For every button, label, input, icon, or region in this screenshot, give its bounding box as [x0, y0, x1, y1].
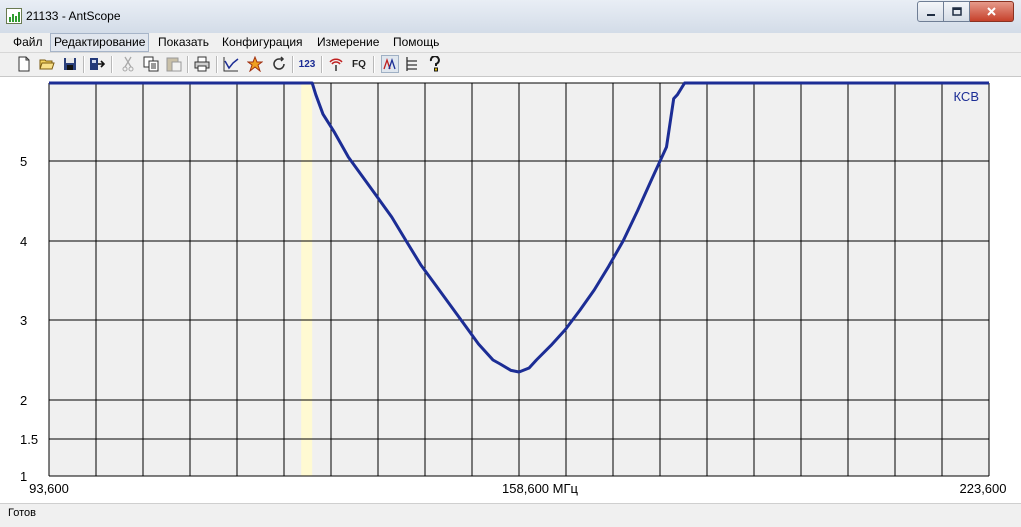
toolbar-separator — [373, 56, 375, 73]
y-tick-label: 1.5 — [20, 432, 38, 447]
toolbar-separator — [321, 56, 323, 73]
copy-icon — [143, 56, 159, 72]
antenna-button[interactable] — [327, 55, 345, 73]
y-tick-label: 1 — [20, 469, 27, 484]
minimize-button[interactable] — [917, 1, 944, 22]
menu-edit[interactable]: Редактирование — [50, 33, 150, 52]
close-icon — [987, 7, 996, 16]
x-tick-label: 158,600 МГц — [502, 481, 578, 496]
menu-configuration[interactable]: Конфигурация — [219, 33, 306, 52]
open-folder-icon — [39, 59, 55, 70]
list-icon — [406, 57, 417, 71]
y-tick-label: 3 — [20, 313, 27, 328]
toolbar-separator — [292, 56, 294, 73]
antenna-icon — [329, 58, 343, 71]
x-tick-label: 93,600 — [29, 481, 69, 496]
new-file-icon — [18, 56, 30, 72]
toolbar-separator — [83, 56, 85, 73]
list-button[interactable] — [403, 55, 421, 73]
paste-icon — [166, 57, 182, 72]
refresh-icon — [273, 56, 285, 70]
swr-chart[interactable]: 1 1.5 2 3 4 5 93,600 158,600 МГц 223,600 КСВ — [0, 77, 1021, 503]
marker-icon — [247, 56, 263, 72]
y-tick-label: 5 — [20, 154, 27, 169]
toolbar-separator — [216, 56, 218, 73]
window-controls — [917, 1, 1014, 22]
save-icon — [64, 58, 76, 70]
menu-bar: Файл Редактирование Показать Конфигураци… — [0, 33, 1021, 53]
cut-button[interactable] — [119, 55, 137, 73]
menu-file[interactable]: Файл — [10, 33, 46, 52]
chart-area[interactable]: 1 1.5 2 3 4 5 93,600 158,600 МГц 223,600 КСВ — [0, 77, 1021, 503]
numeric-icon: 123 — [298, 58, 316, 70]
numeric-button[interactable]: 123 — [298, 55, 316, 73]
highlight-band — [301, 83, 313, 476]
frequency-button[interactable]: FQ — [350, 55, 368, 73]
paste-button[interactable] — [165, 55, 183, 73]
help-button[interactable] — [426, 55, 444, 73]
toolbar: 123 FQ — [0, 53, 1021, 77]
toolbar-separator — [187, 56, 189, 73]
app-icon — [6, 8, 22, 24]
save-button[interactable] — [61, 55, 79, 73]
graph-icon — [223, 57, 239, 72]
print-button[interactable] — [193, 55, 211, 73]
export-button[interactable] — [88, 55, 106, 73]
status-text: Готов — [8, 507, 36, 519]
copy-button[interactable] — [142, 55, 160, 73]
toolbar-separator — [111, 56, 113, 73]
title-bar[interactable]: 21133 - AntScope — [0, 0, 1021, 34]
new-file-button[interactable] — [15, 55, 33, 73]
print-icon — [194, 56, 210, 72]
y-tick-label: 2 — [20, 393, 27, 408]
close-button[interactable] — [970, 1, 1014, 22]
x-tick-label: 223,600 — [960, 481, 1007, 496]
refresh-button[interactable] — [270, 55, 288, 73]
open-button[interactable] — [38, 55, 56, 73]
marker-button[interactable] — [246, 55, 264, 73]
window-title: 21133 - AntScope — [26, 9, 121, 23]
frequency-icon: FQ — [352, 58, 366, 70]
menu-help[interactable]: Помощь — [390, 33, 442, 52]
status-bar: Готов — [0, 503, 1021, 527]
legend-label: КСВ — [954, 89, 980, 104]
curves-icon — [383, 57, 396, 70]
maximize-button[interactable] — [944, 1, 970, 22]
minimize-icon — [926, 13, 935, 16]
menu-view[interactable]: Показать — [155, 33, 212, 52]
graph-button[interactable] — [222, 55, 240, 73]
export-icon — [90, 58, 105, 70]
cut-icon — [122, 56, 134, 72]
help-icon — [429, 56, 440, 72]
y-tick-label: 4 — [20, 234, 27, 249]
maximize-icon — [951, 6, 962, 16]
curves-button[interactable] — [381, 55, 399, 73]
menu-measurement[interactable]: Измерение — [314, 33, 382, 52]
